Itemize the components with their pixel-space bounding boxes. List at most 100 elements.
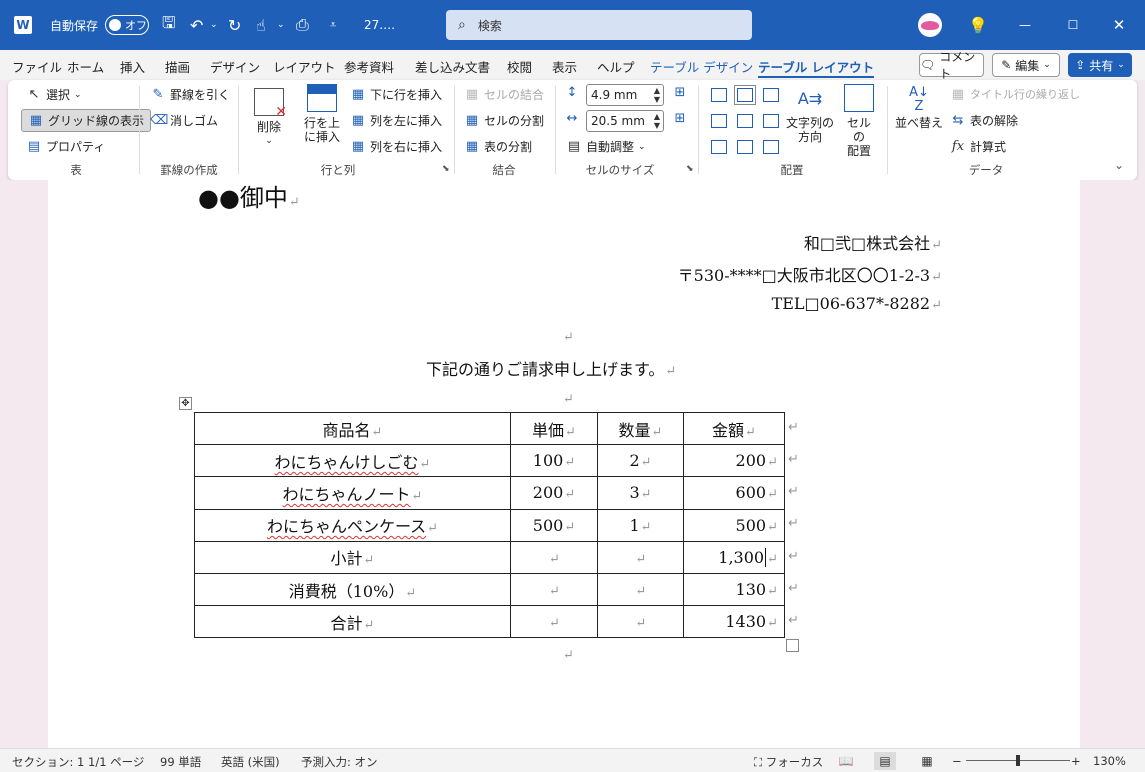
table-cell[interactable]: 200↵: [683, 444, 785, 478]
avatar[interactable]: [918, 13, 942, 37]
close-button[interactable]: ✕: [1104, 0, 1134, 50]
table-cell[interactable]: ↵: [597, 540, 684, 574]
table-cell[interactable]: 1,300 ↵: [683, 540, 785, 574]
table-cell[interactable]: ↵: [597, 605, 684, 639]
redo-icon[interactable]: ↻: [228, 0, 241, 50]
table-cell[interactable]: 3↵: [597, 476, 684, 510]
align-middle-left-icon[interactable]: [711, 114, 727, 128]
eraser-button[interactable]: ⌫ 消しゴム: [150, 112, 218, 129]
zoom-slider-thumb[interactable]: [1016, 755, 1020, 766]
addressee-heading[interactable]: ●●御中↵: [198, 180, 300, 213]
company-address[interactable]: 〒530-****□大阪市北区〇〇1-2-3↵: [678, 262, 942, 286]
insert-left-button[interactable]: ▦ 列を左に挿入: [350, 112, 442, 129]
tab-design[interactable]: デザイン: [210, 57, 260, 76]
cell-size-dialog-launcher-icon[interactable]: ⬊: [686, 164, 694, 174]
language-indicator[interactable]: 英語 (米国): [221, 754, 280, 770]
align-bottom-center-icon[interactable]: [737, 140, 753, 154]
focus-button[interactable]: ⛶ フォーカス: [754, 754, 823, 770]
align-bottom-right-icon[interactable]: [763, 140, 779, 154]
minimize-button[interactable]: —: [1010, 0, 1040, 50]
table-cell[interactable]: 130↵: [683, 572, 785, 607]
tab-draw[interactable]: 描画: [165, 57, 190, 76]
properties-button[interactable]: ▤ プロパティ: [26, 138, 105, 155]
print-layout-icon[interactable]: ▤: [874, 752, 896, 770]
align-middle-right-icon[interactable]: [763, 114, 779, 128]
zoom-level[interactable]: 130%: [1093, 754, 1126, 768]
table-resize-handle[interactable]: [786, 639, 799, 652]
table-cell[interactable]: わにちゃんノート↵: [194, 476, 511, 510]
cell-margins-button[interactable]: セルの 配置: [842, 84, 876, 158]
table-cell[interactable]: 500↵: [683, 508, 785, 542]
select-button[interactable]: ↖ 選択 ⌄: [26, 86, 82, 103]
search-box[interactable]: ⌕ 検索: [446, 10, 752, 40]
save-icon[interactable]: 🖫: [162, 0, 176, 50]
table-cell[interactable]: 単価↵: [510, 411, 598, 446]
print-preview-icon[interactable]: ⎙: [296, 0, 309, 50]
share-button[interactable]: ⇪ 共有 ⌄: [1068, 53, 1132, 77]
touch-mode-icon[interactable]: ☝: [256, 0, 266, 50]
table-cell[interactable]: 1430↵: [683, 605, 785, 639]
tab-help[interactable]: ヘルプ: [597, 57, 635, 76]
table-cell[interactable]: 2↵: [597, 444, 684, 478]
tab-review[interactable]: 校閲: [507, 57, 532, 76]
document-name[interactable]: 27.…: [364, 0, 395, 50]
autofit-button[interactable]: ▤ 自動調整 ⌄: [566, 138, 646, 155]
gridlines-button[interactable]: ▦ グリッド線の表示: [21, 109, 152, 132]
table-cell[interactable]: 600↵: [683, 476, 785, 510]
company-tel[interactable]: TEL□06-637*-8282↵: [772, 294, 942, 313]
align-bottom-left-icon[interactable]: [711, 140, 727, 154]
autosave-toggle[interactable]: オフ: [105, 0, 149, 50]
table-cell[interactable]: わにちゃんけしごむ↵: [194, 444, 511, 478]
predictive-input[interactable]: 予測入力: オン: [301, 754, 378, 770]
table-cell[interactable]: 金額↵: [683, 411, 785, 446]
split-table-button[interactable]: ▦ 表の分割: [464, 138, 532, 155]
tab-home[interactable]: ホーム: [67, 57, 104, 76]
comment-button[interactable]: 🗨 コメント: [919, 50, 984, 81]
distribute-rows-button[interactable]: ⊞: [672, 85, 688, 100]
insert-below-button[interactable]: ▦ 下に行を挿入: [350, 86, 442, 103]
touch-dropdown-icon[interactable]: ⌄: [277, 0, 285, 50]
tab-insert[interactable]: 挿入: [120, 57, 145, 76]
document-page[interactable]: ●●御中↵ 和□弐□株式会社↵ 〒530-****□大阪市北区〇〇1-2-3↵ …: [48, 180, 1080, 748]
merge-cells-button[interactable]: ▦ セルの結合: [464, 86, 544, 103]
tab-layout[interactable]: レイアウト: [273, 57, 336, 76]
web-layout-icon[interactable]: ▦: [916, 752, 938, 770]
align-top-left-icon[interactable]: [711, 88, 727, 102]
table-move-handle-icon[interactable]: ✥: [179, 397, 192, 410]
lightbulb-icon[interactable]: 💡: [968, 0, 988, 50]
tab-mailings[interactable]: 差し込み文書: [415, 57, 490, 76]
page-indicator[interactable]: 1/1 ページ: [88, 754, 144, 770]
table-cell[interactable]: 消費税（10%）↵: [194, 572, 511, 607]
edit-button[interactable]: ✎ 編集 ⌄: [992, 53, 1060, 77]
rows-cols-dialog-launcher-icon[interactable]: ⬊: [442, 164, 450, 174]
read-mode-icon[interactable]: 📖: [835, 752, 857, 770]
table-cell[interactable]: 商品名↵: [194, 411, 511, 446]
intro-text[interactable]: 下記の通りご請求申し上げます。↵: [426, 356, 676, 380]
table-cell[interactable]: 1↵: [597, 508, 684, 542]
table-cell[interactable]: ↵: [510, 540, 598, 574]
table-cell[interactable]: 数量↵: [597, 411, 684, 446]
section-indicator[interactable]: セクション: 1: [12, 754, 84, 770]
sort-button[interactable]: A↓ Z 並べ替え: [894, 84, 944, 131]
convert-to-text-button[interactable]: ⇆ 表の解除: [950, 112, 1018, 129]
insert-right-button[interactable]: ▦ 列を右に挿入: [350, 138, 442, 155]
delete-button[interactable]: ✕ 削除 ⌄: [252, 88, 287, 148]
table-cell[interactable]: 100↵: [510, 444, 598, 478]
table-cell[interactable]: わにちゃんペンケース↵: [194, 508, 511, 542]
distribute-columns-button[interactable]: ⊞: [672, 111, 688, 126]
align-top-center-icon[interactable]: [734, 85, 756, 105]
table-cell[interactable]: ↵: [597, 572, 684, 607]
tab-table-layout[interactable]: テーブル レイアウト: [758, 57, 875, 78]
table-cell[interactable]: ↵: [510, 605, 598, 639]
table-cell[interactable]: 500↵: [510, 508, 598, 542]
draw-borders-button[interactable]: ✎ 罫線を引く: [150, 86, 230, 103]
formula-button[interactable]: fx 計算式: [950, 138, 1006, 155]
table-cell[interactable]: ↵: [510, 572, 598, 607]
align-top-right-icon[interactable]: [763, 88, 779, 102]
table-cell[interactable]: 合計↵: [194, 605, 511, 639]
table-cell[interactable]: 小計↵: [194, 540, 511, 574]
maximize-button[interactable]: ☐: [1058, 0, 1088, 50]
customize-qat-icon[interactable]: ⩡: [330, 0, 336, 50]
column-width-input[interactable]: 20.5 mm ▲ ▼: [586, 110, 664, 132]
company-name[interactable]: 和□弐□株式会社↵: [804, 230, 942, 254]
